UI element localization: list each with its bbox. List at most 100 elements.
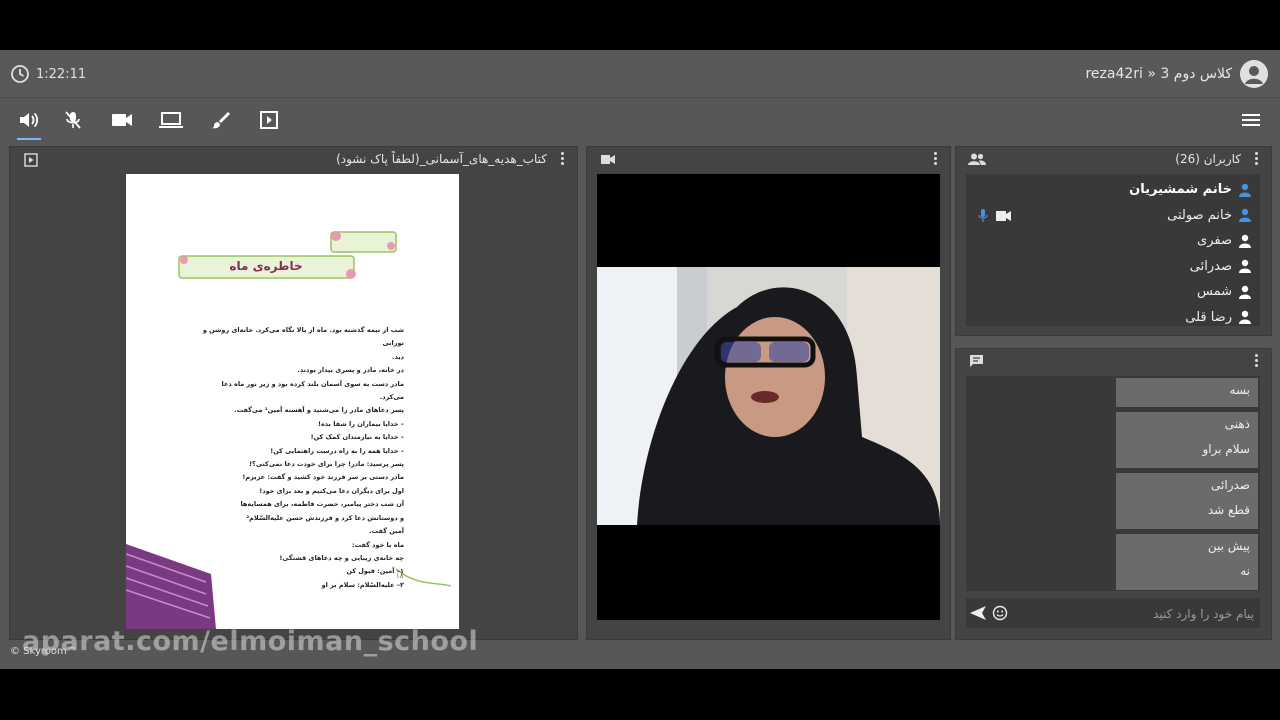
chat-message-sender: پیش بین	[1207, 539, 1250, 553]
page-text-line: اول برای دیگران دعا می‌کنیم و بعد برای خ…	[259, 486, 404, 495]
page-text-line: چه خانه‌ی زیبایی و چه دعاهای قشنگی!	[279, 553, 404, 562]
users-list: خانم شمشیریان خانم صولتی صفری صدرائی شمس رضا …	[966, 174, 1260, 326]
user-name: صفری	[1197, 233, 1232, 248]
menu-button[interactable]	[1238, 108, 1264, 132]
page-text-line: ۲– علیه‌السّلام: سلام بر او	[321, 580, 404, 589]
user-name: صدرائی	[1189, 258, 1232, 274]
page-text-line: – خدایا همه را به راه درست راهنمایی کن!	[270, 446, 404, 455]
breadcrumb: reza42ri » کلاس دوم 3	[1085, 66, 1232, 82]
video-panel-menu-icon[interactable]	[932, 151, 938, 167]
page-text-line: شب از نیمه گذشته بود. ماه از بالا نگاه م…	[202, 326, 404, 348]
page-text-line: پسر دعاهای مادر را می‌شنید و آهسته آمین¹…	[234, 406, 404, 415]
user-icon	[1239, 310, 1251, 324]
user-row[interactable]: صفری	[966, 228, 1260, 253]
user-info[interactable]: reza42ri » کلاس دوم 3	[1085, 60, 1268, 88]
user-icon	[1239, 259, 1251, 273]
chat-message-input[interactable]	[1014, 602, 1256, 626]
page-text-line: پسر پرسید: مادر! چرا برای خودت دعا نمی‌ک…	[249, 460, 404, 469]
camera-icon	[601, 155, 615, 164]
chat-panel: بسه ذهنی سلام براو صدرائی قطع شد پیش بین نه	[955, 348, 1272, 640]
chat-message-text: بسه	[1229, 383, 1250, 397]
chat-message: پیش بین نه	[1116, 534, 1258, 590]
user-name: رضا قلی	[1185, 309, 1232, 325]
user-icon	[1239, 183, 1251, 197]
screen-share-icon	[159, 112, 183, 128]
app-window: 1:22:11 reza42ri » کلاس دوم 3 کتاب_هدیه_…	[0, 50, 1280, 669]
user-row[interactable]: رضا قلی	[966, 305, 1260, 327]
microphone-icon	[978, 208, 988, 222]
page-text-line: ماه با خود گفت:	[351, 540, 404, 549]
page-text-line: در خانه، مادر و پسری بیدار بودند.	[297, 366, 404, 375]
page-text-line: آن شب دختر پیامبر، حضرت فاطمه، برای همسا…	[240, 500, 404, 509]
user-row[interactable]: خانم صولتی	[966, 203, 1260, 228]
user-icon	[1239, 285, 1251, 299]
users-group-icon	[968, 153, 986, 165]
page-text-line: – خدایا بیماران را شفا بده!	[317, 419, 404, 428]
video-panel-header	[587, 147, 950, 171]
user-name: شمس	[1197, 284, 1232, 299]
top-bar: 1:22:11 reza42ri » کلاس دوم 3	[0, 50, 1280, 98]
mic-muted-icon	[65, 111, 81, 129]
presentation-button[interactable]	[256, 108, 282, 132]
document-panel: کتاب_هدیه_های_آسمانی_(لطفاً پاک نشود) خا…	[9, 146, 578, 640]
page-text-line: ۱– آمین: قبول کن	[346, 567, 404, 576]
users-panel-header: کاربران (26)	[956, 147, 1271, 171]
page-text-line: و دوستانش دعا کرد و فرزندش حسن علیه‌السّ…	[246, 513, 404, 522]
chat-message: ذهنی سلام براو	[1116, 412, 1258, 468]
users-panel-title: کاربران (26)	[1175, 152, 1241, 166]
video-stream	[597, 174, 940, 620]
document-page: خاطره‌ی ماه شب از نیمه گذشته بود. ماه از…	[126, 174, 459, 629]
user-avatar-icon	[1240, 60, 1268, 88]
page-text-line: مادر دستی بر سر فرزند خود کشید و گفت: عز…	[242, 473, 404, 482]
chat-message: صدرائی قطع شد	[1116, 473, 1258, 529]
chat-panel-menu-icon[interactable]	[1253, 353, 1259, 369]
toolbar	[0, 98, 1280, 144]
chat-message-sender: ذهنی	[1224, 417, 1250, 431]
watermark: aparat.com/elmoiman_school	[22, 626, 479, 657]
avatar[interactable]	[1240, 60, 1268, 88]
chat-icon	[970, 355, 983, 367]
chat-message-text: نه	[1240, 564, 1250, 578]
video-panel	[586, 146, 951, 640]
document-panel-header: کتاب_هدیه_های_آسمانی_(لطفاً پاک نشود)	[10, 147, 577, 171]
user-row[interactable]: صدرائی	[966, 254, 1260, 279]
session-timer: 1:22:11	[10, 64, 86, 84]
user-name: خانم صولتی	[1167, 207, 1232, 223]
camera-icon	[112, 114, 132, 126]
clock-icon	[11, 65, 29, 83]
chat-message-sender: صدرائی	[1211, 478, 1250, 492]
user-icon	[1239, 234, 1251, 248]
chat-message: بسه	[1116, 378, 1258, 407]
page-text-line: می‌کرد.	[379, 393, 404, 402]
chat-message-text: قطع شد	[1207, 503, 1250, 517]
presentation-icon	[24, 153, 38, 167]
user-name: خانم شمشیریان	[1129, 182, 1232, 197]
brush-icon	[212, 112, 230, 129]
user-icon	[1239, 208, 1251, 222]
user-row[interactable]: شمس	[966, 279, 1260, 304]
camera-button[interactable]	[109, 108, 135, 132]
camera-icon	[996, 210, 1011, 221]
chat-messages: بسه ذهنی سلام براو صدرائی قطع شد پیش بین نه	[966, 376, 1260, 591]
page-text-line: مادر دست به سوی آسمان بلند کرده بود و زی…	[221, 379, 404, 388]
timer-text: 1:22:11	[36, 66, 87, 82]
chat-input-bar	[966, 598, 1260, 628]
speaker-button[interactable]	[16, 108, 42, 140]
whiteboard-button[interactable]	[207, 108, 233, 132]
user-row[interactable]: خانم شمشیریان	[966, 177, 1260, 202]
webcam-frame	[597, 267, 940, 525]
document-panel-menu-icon[interactable]	[559, 151, 565, 167]
page-number: ۱۸	[396, 572, 404, 580]
page-text-line: آمین گفت.	[369, 527, 404, 536]
speaker-icon	[20, 112, 39, 128]
page-text-line: دید.	[391, 352, 404, 361]
chat-message-text: سلام براو	[1202, 442, 1250, 456]
page-text-line: – خدایا به نیازمندان کمک کن!	[310, 433, 404, 442]
emoji-icon[interactable]	[992, 605, 1008, 621]
users-panel-menu-icon[interactable]	[1253, 151, 1259, 167]
send-icon[interactable]	[970, 606, 986, 620]
chat-panel-header	[956, 349, 1271, 373]
screen-share-button[interactable]	[158, 108, 184, 132]
microphone-button[interactable]	[60, 108, 86, 132]
copyright: © Skyroom™	[10, 646, 77, 657]
